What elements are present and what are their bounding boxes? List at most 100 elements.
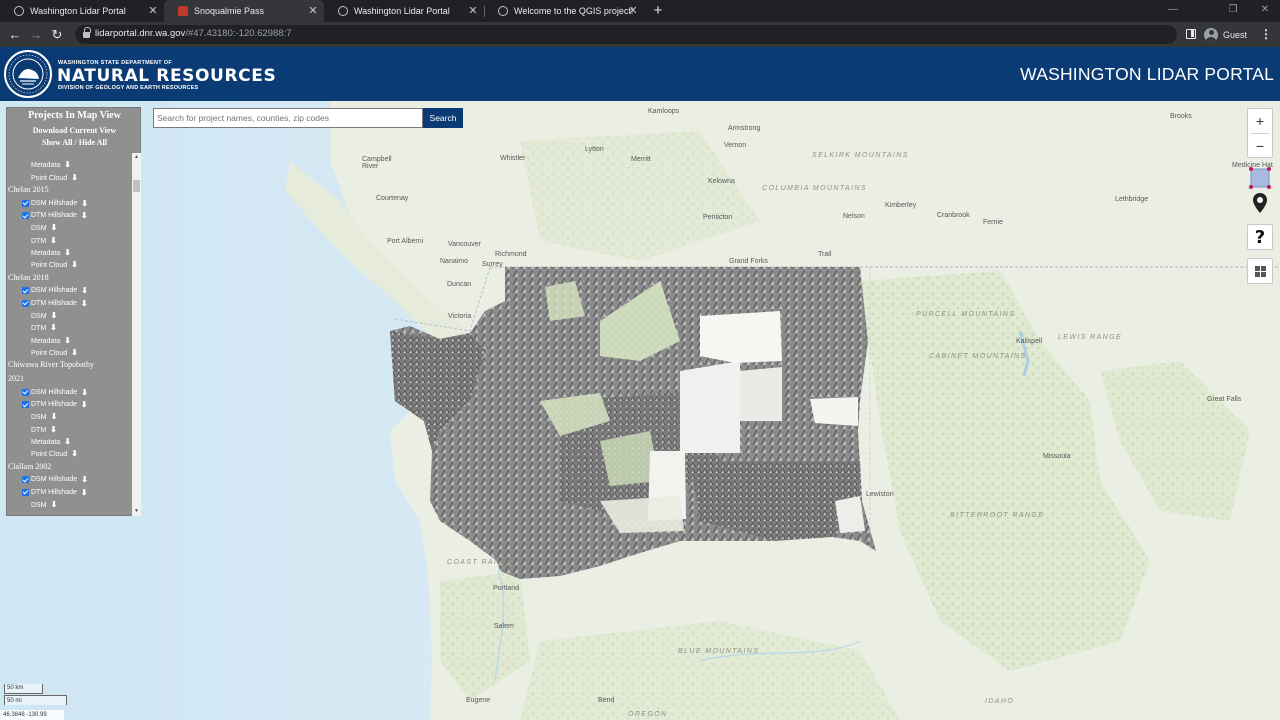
download-row[interactable]: DSM [31, 153, 47, 155]
panel-scrollbar[interactable]: ▲ ▼ [132, 153, 141, 516]
map-canvas[interactable] [0, 101, 1280, 720]
zoom-out-button[interactable]: − [1248, 134, 1272, 158]
project-heading[interactable]: 2021 [8, 374, 24, 383]
download-row[interactable]: Point Cloud ⬇ [31, 260, 78, 269]
browser-tab[interactable]: Washington Lidar Portal ✕ [0, 0, 164, 22]
download-arrow-icon[interactable]: ⬇ [51, 223, 58, 232]
checkbox-checked[interactable] [22, 388, 29, 396]
close-tab-icon[interactable]: ✕ [146, 4, 160, 18]
layer-toggle-row[interactable]: DSM Hillshade ⬇ [22, 475, 88, 484]
new-tab-button[interactable]: + [650, 2, 666, 20]
layer-toggle-row[interactable]: DTM Hillshade ⬇ [22, 488, 88, 497]
map-pin-icon[interactable] [1253, 193, 1267, 213]
download-arrow-icon[interactable]: ⬇ [50, 236, 57, 245]
download-arrow-icon[interactable]: ⬇ [71, 348, 78, 357]
checkbox-checked[interactable] [22, 199, 29, 207]
project-heading[interactable]: Chelan 2015 [8, 185, 49, 194]
download-arrow-icon[interactable]: ⬇ [50, 425, 57, 434]
download-row[interactable]: DTM ⬇ [31, 236, 57, 245]
download-arrow-icon[interactable]: ⬇ [81, 299, 88, 308]
scroll-up-icon[interactable]: ▲ [132, 153, 141, 162]
help-icon[interactable]: ? [1247, 224, 1273, 250]
browser-tab[interactable]: Welcome to the QGIS project! ✕ [484, 0, 644, 22]
close-tab-icon[interactable]: ✕ [626, 4, 640, 18]
download-row[interactable]: Point Cloud ⬇ [31, 173, 78, 182]
minimize-icon[interactable]: ― [1158, 2, 1188, 18]
download-row[interactable]: Metadata ⬇ [31, 336, 71, 345]
basemap-grid-icon[interactable] [1247, 258, 1273, 284]
download-arrow-icon[interactable]: ⬇ [71, 449, 78, 458]
zoom-in-button[interactable]: + [1248, 109, 1272, 133]
scroll-down-icon[interactable]: ▼ [132, 507, 141, 516]
zoom-control: + − [1247, 108, 1273, 158]
download-arrow-icon[interactable]: ⬇ [51, 500, 58, 509]
back-arrow-icon[interactable]: ← [6, 26, 24, 44]
browser-toolbar: ← → ↻ lidarportal.dnr.wa.gov/#47.43180:-… [0, 22, 1280, 47]
project-list[interactable]: DSM Metadata⬇ Point Cloud⬇ Chelan 2015 DSM H… [7, 153, 132, 516]
download-arrow-icon[interactable]: ⬇ [51, 412, 58, 421]
browser-tab[interactable]: Washington Lidar Portal ✕ [324, 0, 484, 22]
download-arrow-icon[interactable]: ⬇ [50, 323, 57, 332]
project-heading[interactable]: Clallam 2002 [8, 462, 51, 471]
download-arrow-icon[interactable]: ⬇ [81, 388, 88, 397]
forward-arrow-icon[interactable]: → [27, 26, 45, 44]
checkbox-checked[interactable] [22, 401, 29, 408]
search-input[interactable] [153, 108, 423, 128]
close-tab-icon[interactable]: ✕ [306, 4, 320, 18]
browser-tab-active[interactable]: Snoqualmie Pass ✕ [164, 0, 324, 22]
project-heading[interactable]: Chelan 2018 [8, 273, 49, 282]
download-row[interactable]: Metadata ⬇ [31, 437, 71, 446]
download-arrow-icon[interactable]: ⬇ [51, 311, 58, 320]
layer-toggle-row[interactable]: DTM Hillshade ⬇ [22, 299, 88, 308]
show-hide-all-link[interactable]: Show All / Hide All [7, 138, 142, 147]
download-row[interactable]: DSM ⬇ [31, 311, 57, 320]
restore-icon[interactable]: ❐ [1218, 2, 1248, 18]
download-row[interactable]: Point Cloud ⬇ [31, 348, 78, 357]
download-arrow-icon[interactable]: ⬇ [64, 336, 71, 345]
seal-graphic [8, 54, 48, 94]
layer-toggle-row[interactable]: DSM Hillshade ⬇ [22, 388, 88, 397]
address-bar[interactable]: lidarportal.dnr.wa.gov/#47.43180:-120.62… [75, 25, 1177, 44]
download-arrow-icon[interactable]: ⬇ [81, 400, 88, 409]
download-row[interactable]: DSM ⬇ [31, 223, 57, 232]
download-arrow-icon[interactable]: ⬇ [81, 199, 88, 208]
download-row[interactable]: Point Cloud ⬇ [31, 449, 78, 458]
download-arrow-icon[interactable]: ⬇ [81, 211, 88, 220]
checkbox-checked[interactable] [22, 287, 29, 295]
download-arrow-icon[interactable]: ⬇ [64, 437, 71, 446]
checkbox-checked[interactable] [22, 488, 29, 496]
download-arrow-icon[interactable]: ⬇ [81, 488, 88, 497]
download-row[interactable]: Metadata ⬇ [31, 248, 71, 257]
checkbox-checked[interactable] [22, 212, 29, 219]
download-arrow-icon[interactable]: ⬇ [64, 160, 71, 169]
checkbox-checked[interactable] [22, 299, 29, 307]
download-row[interactable]: DSM ⬇ [31, 412, 57, 421]
layer-toggle-row[interactable]: DTM Hillshade ⬇ [22, 211, 88, 220]
side-panel-icon[interactable] [1186, 29, 1196, 39]
download-current-view-link[interactable]: Download Current View [7, 126, 142, 135]
download-row[interactable]: DTM ⬇ [31, 425, 57, 434]
layer-toggle-row[interactable]: DSM Hillshade ⬇ [22, 286, 88, 295]
browser-menu-icon[interactable]: ⋮ [1260, 26, 1272, 44]
layer-toggle-row[interactable]: DTM Hillshade ⬇ [22, 400, 88, 409]
close-window-icon[interactable]: ✕ [1250, 2, 1280, 18]
search-button[interactable]: Search [423, 108, 463, 128]
download-arrow-icon[interactable]: ⬇ [81, 475, 88, 484]
checkbox-checked[interactable] [22, 476, 29, 484]
download-arrow-icon[interactable]: ⬇ [71, 260, 78, 269]
layer-toggle-row[interactable]: DSM Hillshade ⬇ [22, 199, 88, 208]
selection-box-tool[interactable] [1248, 166, 1272, 190]
scroll-thumb[interactable] [133, 180, 140, 192]
project-heading[interactable]: Chiwawa River Topobathy [8, 360, 94, 369]
download-row[interactable]: DSM ⬇ [31, 500, 57, 509]
profile-button[interactable]: Guest [1204, 26, 1247, 43]
download-row[interactable]: DTM ⬇ [31, 323, 57, 332]
download-arrow-icon[interactable]: ⬇ [71, 173, 78, 182]
map-range-label: CABINET MOUNTAINS [929, 353, 1027, 360]
reload-icon[interactable]: ↻ [48, 26, 66, 44]
close-tab-icon[interactable]: ✕ [466, 4, 480, 18]
download-arrow-icon[interactable]: ⬇ [81, 286, 88, 295]
url-text[interactable]: lidarportal.dnr.wa.gov/#47.43180:-120.62… [95, 28, 292, 39]
download-row[interactable]: Metadata ⬇ [31, 160, 71, 169]
download-arrow-icon[interactable]: ⬇ [64, 248, 71, 257]
